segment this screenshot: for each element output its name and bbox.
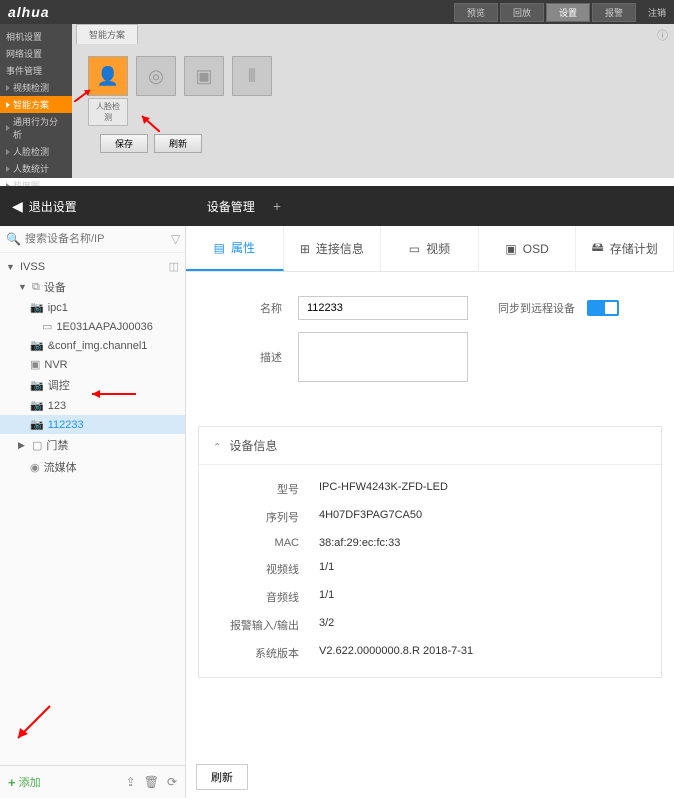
info-row: 报警输入/输出3/2 bbox=[219, 611, 641, 639]
left-menu: 相机设置 网络设置 事件管理 视频检测 智能方案 通用行为分析 人脸检测 人数统… bbox=[0, 24, 72, 178]
tree-nvr[interactable]: ▣NVR bbox=[0, 355, 185, 374]
menu-ivs[interactable]: 通用行为分析 bbox=[0, 113, 72, 143]
plan-icon-2[interactable]: ◎ bbox=[136, 56, 176, 96]
tree-ipc1[interactable]: 📷ipc1 bbox=[0, 298, 185, 317]
tab-bar: 智能方案 ⓘ bbox=[72, 24, 674, 44]
menu-camera[interactable]: 相机设置 bbox=[0, 28, 72, 45]
plus-icon: + bbox=[8, 775, 16, 790]
nav-playback[interactable]: 回放 bbox=[500, 3, 544, 22]
info-row: 序列号4H07DF3PAG7CA50 bbox=[219, 503, 641, 531]
plan-icon-3[interactable]: ▣ bbox=[184, 56, 224, 96]
info-header[interactable]: ⌄ 设备信息 bbox=[199, 427, 661, 465]
tree-device-group[interactable]: ▼⧉设备 bbox=[0, 276, 185, 298]
content-tabs: ▤属性 ⊞连接信息 ▭视频 ▣OSD 🖴存储计划 bbox=[186, 226, 674, 272]
device-info-panel: ⌄ 设备信息 型号IPC-HFW4243K-ZFD-LED 序列号4H07DF3… bbox=[198, 426, 662, 678]
desc-textarea[interactable] bbox=[298, 332, 468, 382]
device-icon: ⧉ bbox=[32, 281, 40, 294]
icon-panel: 👤 人脸检测 ◎ ▣ ⦀ 保存 刷新 bbox=[72, 44, 674, 178]
tree-gate[interactable]: ▶▢门禁 bbox=[0, 434, 185, 456]
menu-people[interactable]: 人数统计 bbox=[0, 160, 72, 177]
tab-properties[interactable]: ▤属性 bbox=[186, 226, 284, 271]
tab-osd[interactable]: ▣OSD bbox=[479, 226, 577, 271]
info-row: 型号IPC-HFW4243K-ZFD-LED bbox=[219, 475, 641, 503]
gate-icon: ▢ bbox=[32, 439, 42, 452]
tree-conf[interactable]: 📷&conf_img.channel1 bbox=[0, 336, 185, 355]
device-management-ui: ◀ 退出设置 设备管理 + 🔍 ▽ ▼IVSS◫ ▼⧉设备 📷ipc1 ▭1E0… bbox=[0, 186, 674, 798]
tree-tiaokong[interactable]: 📷调控 bbox=[0, 374, 185, 396]
logout-link[interactable]: 注销 bbox=[648, 6, 666, 19]
search-row: 🔍 ▽ bbox=[0, 226, 185, 253]
info-row: 系统版本V2.622.0000000.8.R 2018-7-31 bbox=[219, 639, 641, 667]
camera-icon: 📷 bbox=[30, 418, 44, 431]
info-body: 型号IPC-HFW4243K-ZFD-LED 序列号4H07DF3PAG7CA5… bbox=[199, 465, 661, 677]
info-row: 视频线1/1 bbox=[219, 555, 641, 583]
nav-settings[interactable]: 设置 bbox=[546, 3, 590, 22]
content-refresh-button[interactable]: 刷新 bbox=[196, 764, 248, 790]
back-button[interactable]: ◀ 退出设置 bbox=[12, 198, 77, 215]
tree-stream[interactable]: ◉流媒体 bbox=[0, 456, 185, 478]
top-legacy-ui: alhua 预览 回放 设置 报警 注销 相机设置 网络设置 事件管理 视频检测… bbox=[0, 0, 674, 178]
menu-face[interactable]: 人脸检测 bbox=[0, 143, 72, 160]
channel-icon: ▭ bbox=[42, 320, 52, 333]
panel-icon[interactable]: ◫ bbox=[169, 260, 179, 273]
logo: alhua bbox=[8, 4, 50, 20]
nav-preview[interactable]: 预览 bbox=[454, 3, 498, 22]
info-row: MAC38:af:29:ec:fc:33 bbox=[219, 531, 641, 555]
dark-header: ◀ 退出设置 设备管理 + bbox=[0, 186, 674, 226]
camera-icon: 📷 bbox=[30, 379, 44, 392]
menu-event[interactable]: 事件管理 bbox=[0, 62, 72, 79]
name-label: 名称 bbox=[222, 300, 282, 316]
name-input[interactable] bbox=[298, 296, 468, 320]
refresh-button[interactable]: 刷新 bbox=[154, 134, 202, 153]
search-input[interactable] bbox=[25, 233, 167, 245]
stream-icon: ◉ bbox=[30, 461, 40, 474]
sidebar-bottom-bar: +添加 ⇪ 🗑 ⟳ bbox=[0, 765, 185, 798]
face-detection-icon[interactable]: 👤 bbox=[88, 56, 128, 96]
connection-icon: ⊞ bbox=[300, 242, 310, 256]
plan-icon-4[interactable]: ⦀ bbox=[232, 56, 272, 96]
filter-icon[interactable]: ▽ bbox=[171, 232, 180, 246]
nvr-icon: ▣ bbox=[30, 358, 40, 371]
tab-smart-plan[interactable]: 智能方案 bbox=[76, 24, 138, 44]
device-sidebar: 🔍 ▽ ▼IVSS◫ ▼⧉设备 📷ipc1 ▭1E031AAPAJ00036 📷… bbox=[0, 226, 186, 798]
properties-icon: ▤ bbox=[214, 241, 225, 255]
sync-toggle[interactable] bbox=[587, 300, 619, 316]
osd-icon: ▣ bbox=[505, 242, 516, 256]
menu-network[interactable]: 网络设置 bbox=[0, 45, 72, 62]
menu-video-detect[interactable]: 视频检测 bbox=[0, 79, 72, 96]
video-icon: ▭ bbox=[409, 242, 420, 256]
nav-alarm[interactable]: 报警 bbox=[592, 3, 636, 22]
camera-icon: 📷 bbox=[30, 399, 44, 412]
tab-video[interactable]: ▭视频 bbox=[381, 226, 479, 271]
top-header: alhua 预览 回放 设置 报警 注销 bbox=[0, 0, 674, 24]
face-label: 人脸检测 bbox=[88, 98, 128, 126]
storage-icon: 🖴 bbox=[592, 238, 604, 259]
tree-root[interactable]: ▼IVSS◫ bbox=[0, 257, 185, 276]
tree-channel1[interactable]: ▭1E031AAPAJ00036 bbox=[0, 317, 185, 336]
add-button[interactable]: +添加 bbox=[8, 774, 41, 790]
content-area: ▤属性 ⊞连接信息 ▭视频 ▣OSD 🖴存储计划 名称 同步到远程设备 描述 bbox=[186, 226, 674, 798]
info-row: 音频线1/1 bbox=[219, 583, 641, 611]
info-icon[interactable]: ⓘ bbox=[657, 27, 668, 43]
search-icon: 🔍 bbox=[6, 232, 21, 246]
form-area: 名称 同步到远程设备 描述 bbox=[186, 272, 674, 418]
tree-112233-selected[interactable]: 📷112233 bbox=[0, 415, 185, 434]
chevron-down-icon: ⌄ bbox=[213, 440, 221, 451]
tab-storage[interactable]: 🖴存储计划 bbox=[576, 226, 674, 271]
header-add-icon[interactable]: + bbox=[273, 198, 281, 214]
menu-smart-plan[interactable]: 智能方案 bbox=[0, 96, 72, 113]
camera-icon: 📷 bbox=[30, 301, 44, 314]
camera-icon: 📷 bbox=[30, 339, 44, 352]
save-button[interactable]: 保存 bbox=[100, 134, 148, 153]
header-title: 设备管理 bbox=[207, 198, 255, 215]
desc-label: 描述 bbox=[222, 349, 282, 365]
tree-123[interactable]: 📷123 bbox=[0, 396, 185, 415]
back-arrow-icon: ◀ bbox=[12, 198, 23, 215]
tab-connection[interactable]: ⊞连接信息 bbox=[284, 226, 382, 271]
device-tree: ▼IVSS◫ ▼⧉设备 📷ipc1 ▭1E031AAPAJ00036 📷&con… bbox=[0, 253, 185, 765]
sync-label: 同步到远程设备 bbox=[498, 300, 575, 316]
top-nav: 预览 回放 设置 报警 bbox=[454, 3, 636, 22]
